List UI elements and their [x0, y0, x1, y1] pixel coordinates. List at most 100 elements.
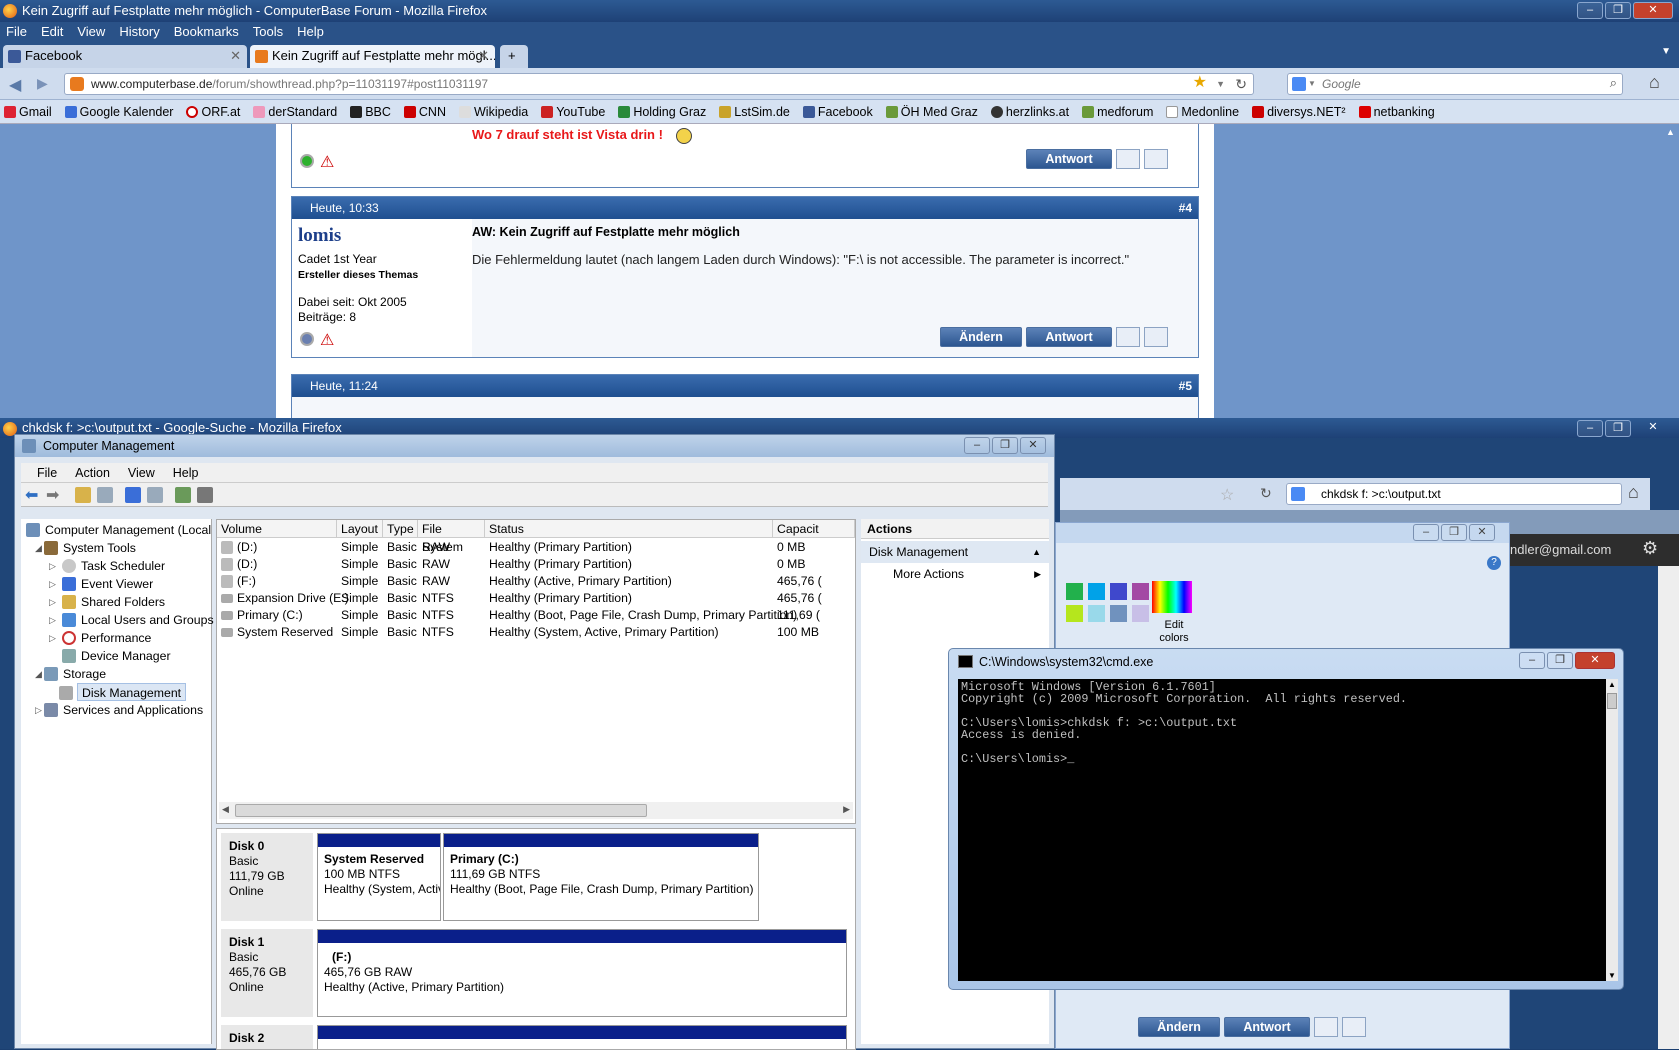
reload-icon[interactable]: ↻	[1260, 485, 1272, 502]
edit-button[interactable]: Ändern	[940, 327, 1022, 347]
maximize-button[interactable]: ❐	[1547, 652, 1573, 669]
quote-icon[interactable]	[1116, 149, 1140, 169]
column-file-system[interactable]: File System	[418, 520, 485, 554]
tree-services-applications[interactable]: ▷ Services and Applications	[35, 701, 203, 719]
collapse-icon[interactable]: ▲	[1032, 541, 1041, 563]
horizontal-scrollbar[interactable]: ◀ ▶	[219, 802, 853, 819]
maximize-button[interactable]: ❐	[992, 437, 1018, 454]
color-swatch[interactable]	[1088, 605, 1105, 622]
home-icon[interactable]: ⌂	[1649, 72, 1660, 93]
bookmark-star-icon[interactable]: ☆	[1220, 485, 1234, 505]
url-bar[interactable]: www.computerbase.de/forum/showthread.php…	[64, 73, 1254, 95]
actions-section[interactable]: Disk Management ▲	[861, 541, 1049, 563]
reply-button[interactable]: Antwort	[1026, 149, 1112, 169]
color-swatch[interactable]	[1066, 583, 1083, 600]
more-actions[interactable]: More Actions ▶	[861, 563, 1049, 585]
tab-facebook[interactable]: Facebook ✕	[3, 45, 247, 68]
minimize-button[interactable]: –	[1577, 420, 1603, 437]
color-swatch[interactable]	[1132, 583, 1149, 600]
partition-disk-2[interactable]	[317, 1025, 847, 1049]
column-status[interactable]: Status	[485, 520, 773, 538]
scrollbar-thumb[interactable]	[1607, 693, 1617, 709]
column-capacity[interactable]: Capacit	[773, 520, 855, 538]
multiquote-icon[interactable]	[1342, 1017, 1366, 1037]
url-dropdown-icon[interactable]: ▼	[1216, 74, 1225, 94]
menu-tools[interactable]: Tools	[253, 22, 283, 42]
tree-performance[interactable]: ▷ Performance	[49, 629, 151, 647]
bookmark-herzlinks[interactable]: herzlinks.at	[990, 100, 1069, 123]
help-icon[interactable]: ?	[1487, 556, 1501, 570]
reload-icon[interactable]: ↻	[1235, 74, 1247, 94]
disk-1-label[interactable]: Disk 1 Basic 465,76 GB Online	[221, 929, 313, 1017]
bookmark-cnn[interactable]: CNN	[403, 100, 446, 123]
reply-button[interactable]: Antwort	[1026, 327, 1112, 347]
bookmark-diversys[interactable]: diversys.NET²	[1252, 100, 1346, 123]
menu-action[interactable]: Action	[75, 463, 110, 482]
partition-system-reserved[interactable]: System Reserved 100 MB NTFS Healthy (Sys…	[317, 833, 441, 921]
minimize-button[interactable]: –	[1577, 2, 1603, 19]
disk-0-label[interactable]: Disk 0 Basic 111,79 GB Online	[221, 833, 313, 921]
search-bar[interactable]: chkdsk f: >c:\output.txt	[1286, 483, 1622, 505]
bookmark-bbc[interactable]: BBC	[350, 100, 391, 123]
edit-colors-label[interactable]: Edit colors	[1154, 619, 1194, 645]
menu-edit[interactable]: Edit	[41, 22, 63, 42]
scrollbar[interactable]: ▲	[1663, 124, 1679, 418]
report-icon[interactable]: ⚠	[320, 330, 334, 350]
tree-task-scheduler[interactable]: ▷ Task Scheduler	[49, 557, 165, 575]
bookmark-gmail[interactable]: Gmail	[4, 100, 52, 123]
tree-storage[interactable]: ◢ Storage	[35, 665, 106, 683]
tree-device-manager[interactable]: Device Manager	[62, 647, 171, 665]
home-icon[interactable]: ⌂	[1628, 482, 1639, 503]
menu-help[interactable]: Help	[173, 463, 199, 482]
volume-row[interactable]: (D:) Simple Basic RAW Healthy (Primary Parti…	[217, 556, 855, 573]
multiquote-icon[interactable]	[1144, 149, 1168, 169]
close-button[interactable]: ✕	[1469, 524, 1495, 541]
bookmark-netbanking[interactable]: netbanking	[1358, 100, 1435, 123]
bookmark-google-kalender[interactable]: Google Kalender	[64, 100, 173, 123]
tree-local-users[interactable]: ▷ Local Users and Groups	[49, 611, 214, 629]
edit-button[interactable]: Ändern	[1138, 1017, 1220, 1037]
disk-2-label[interactable]: Disk 2	[221, 1025, 313, 1049]
menu-view[interactable]: View	[77, 22, 105, 42]
tab-computerbase[interactable]: Kein Zugriff auf Festplatte mehr mögl...…	[250, 45, 495, 68]
column-volume[interactable]: Volume	[217, 520, 337, 538]
tab-close-icon[interactable]: ✕	[478, 45, 489, 67]
up-folder-icon[interactable]	[75, 487, 91, 503]
maximize-button[interactable]: ❐	[1605, 420, 1631, 437]
close-button[interactable]: ✕	[1020, 437, 1046, 454]
minimize-button[interactable]: –	[964, 437, 990, 454]
close-button[interactable]: ✕	[1633, 420, 1673, 437]
partition-primary-c[interactable]: Primary (C:) 111,69 GB NTFS Healthy (Boo…	[443, 833, 759, 921]
back-icon[interactable]: ⬅	[25, 485, 38, 505]
color-swatch[interactable]	[1066, 605, 1083, 622]
close-button[interactable]: ✕	[1575, 652, 1615, 669]
color-swatch[interactable]	[1132, 605, 1149, 622]
bookmark-wikipedia[interactable]: Wikipedia	[459, 100, 528, 123]
tab-list-icon[interactable]: ▼	[1661, 46, 1671, 57]
tab-close-icon[interactable]: ✕	[230, 45, 241, 67]
menu-bookmarks[interactable]: Bookmarks	[174, 22, 239, 42]
scrollbar[interactable]	[1658, 566, 1679, 1049]
scrollbar-thumb[interactable]	[235, 804, 647, 817]
maximize-button[interactable]: ❐	[1441, 524, 1467, 541]
menu-file[interactable]: File	[6, 22, 27, 42]
color-swatch[interactable]	[1110, 605, 1127, 622]
volume-row[interactable]: (D:) Simple Basic RAW Healthy (Primary Parti…	[217, 539, 855, 556]
bookmark-youtube[interactable]: YouTube	[541, 100, 605, 123]
bookmark-derstandard[interactable]: derStandard	[253, 100, 337, 123]
bookmark-medonline[interactable]: Medonline	[1166, 100, 1239, 123]
column-layout[interactable]: Layout	[337, 520, 383, 538]
tree-system-tools[interactable]: ◢ System Tools	[35, 539, 136, 557]
edit-colors-icon[interactable]	[1152, 581, 1192, 613]
bookmark-star-icon[interactable]: ★	[1193, 74, 1207, 93]
search-icon[interactable]: ⌕	[1610, 74, 1617, 93]
close-button[interactable]: ✕	[1633, 2, 1673, 19]
help-icon[interactable]	[125, 487, 141, 503]
properties-icon[interactable]	[197, 487, 213, 503]
account-email[interactable]: ndler@gmail.com	[1510, 542, 1611, 557]
column-type[interactable]: Type	[383, 520, 418, 538]
bookmark-holding-graz[interactable]: Holding Graz	[618, 100, 706, 123]
post-number[interactable]: #4	[1179, 197, 1192, 219]
volume-row[interactable]: System Reserved Simple Basic NTFS Healthy (S…	[217, 624, 855, 641]
show-hide-action-pane-icon[interactable]	[147, 487, 163, 503]
